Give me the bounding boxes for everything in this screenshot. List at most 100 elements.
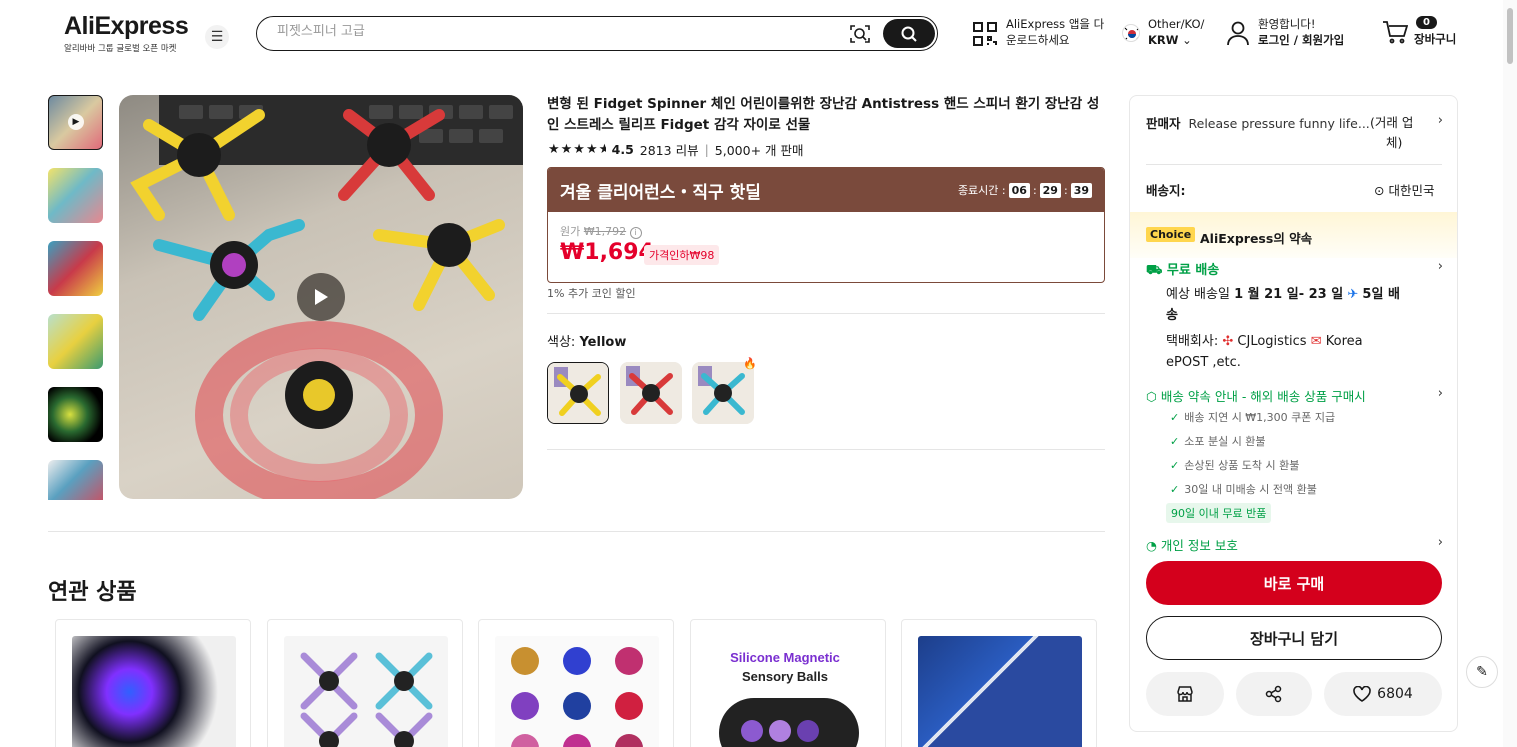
thumbnail-video[interactable]: ▶ xyxy=(48,95,103,150)
deal-header: 겨울 클리어런스・직구 핫딜 종료시간 : 06: 29: 39 xyxy=(548,168,1104,212)
product-image xyxy=(284,636,448,747)
chevron-right-icon[interactable]: › xyxy=(1438,113,1443,128)
download-app-link[interactable]: AliExpress 앱을 다 운로드하세요 xyxy=(1006,16,1104,48)
color-value: Yellow xyxy=(579,335,627,350)
cj-logo-icon: ✣ xyxy=(1222,334,1234,349)
login-signup-link[interactable]: 로그인 / 회원가입 xyxy=(1258,32,1344,48)
original-price-value: ₩1,792 xyxy=(583,225,627,238)
discount-badge: 가격인하₩98 xyxy=(644,245,720,265)
product-image xyxy=(495,636,659,747)
case-image xyxy=(719,698,859,747)
store-button[interactable] xyxy=(1146,672,1224,716)
est-date: 1 월 21 일- 23 일 xyxy=(1234,287,1344,302)
chevron-right-icon[interactable]: › xyxy=(1438,535,1443,550)
scrollbar-thumb[interactable] xyxy=(1507,8,1513,64)
thumbnail-image[interactable] xyxy=(48,387,103,442)
guarantee-item: ✓ 배송 지연 시 ₩1,300 쿠폰 지급 xyxy=(1170,409,1335,425)
courier-info: 택배회사: ✣ CJLogistics ✉ Korea ePOST ,etc. xyxy=(1166,331,1436,373)
info-icon[interactable]: i xyxy=(629,227,642,239)
product-image xyxy=(918,636,1082,747)
thumbnail-image[interactable] xyxy=(48,241,103,296)
product-page: AliExpress 알리바바 그룹 글로벌 오픈 마켓 ☰ AliExpres… xyxy=(0,0,1517,747)
search-icon xyxy=(901,26,917,42)
play-video-button[interactable] xyxy=(297,273,345,321)
thumbnail-image[interactable] xyxy=(48,460,103,500)
free-return-badge: 90일 이내 무료 반품 xyxy=(1166,503,1272,523)
guarantee-item: ✓ 손상된 상품 도착 시 환불 xyxy=(1170,457,1299,473)
edit-pencil-icon[interactable]: ✎ xyxy=(1466,656,1498,688)
qr-code-icon[interactable] xyxy=(972,21,998,47)
heart-icon xyxy=(1353,686,1371,702)
purchase-panel: 판매자 Release pressure funny life... (거래 업… xyxy=(1129,95,1458,732)
related-product-card[interactable] xyxy=(55,619,251,747)
share-icon xyxy=(1265,685,1282,703)
related-product-card[interactable] xyxy=(478,619,674,747)
red-spinner-image xyxy=(620,362,682,424)
rating-row[interactable]: ★★★★★ 4.5 2813 리뷰 | 5,000+ 개 판매 xyxy=(548,140,804,159)
timer-seconds: 39 xyxy=(1070,182,1092,198)
seller-name[interactable]: Release pressure funny life... xyxy=(1189,116,1370,131)
user-icon[interactable] xyxy=(1226,20,1250,46)
delivery-guarantee-row[interactable]: ⬡ 배송 약속 안내 - 해외 배송 상품 구매시 xyxy=(1146,386,1366,405)
product-image: Silicone Magnetic Sensory Balls xyxy=(707,636,871,747)
scrollbar[interactable] xyxy=(1503,0,1517,747)
chevron-right-icon[interactable]: › xyxy=(1438,259,1443,274)
privacy-text: 개인 정보 보호 xyxy=(1160,538,1238,553)
ship-destination[interactable]: ⊙ 대한민국 xyxy=(1374,180,1434,199)
app-line-2: 운로드하세요 xyxy=(1006,33,1070,47)
related-product-card[interactable]: Silicone Magnetic Sensory Balls xyxy=(690,619,886,747)
share-button[interactable] xyxy=(1236,672,1312,716)
ship-to-row[interactable]: 배송지: xyxy=(1146,180,1186,199)
seller-row[interactable]: 판매자 Release pressure funny life... (거래 업… xyxy=(1146,113,1446,150)
courier-korea: Korea xyxy=(1325,334,1363,349)
shield-icon: ⬡ xyxy=(1146,389,1157,404)
privacy-row[interactable]: ◔ 개인 정보 보호 xyxy=(1146,535,1238,554)
product-main-image[interactable] xyxy=(119,95,523,499)
deal-title: 겨울 클리어런스・직구 핫딜 xyxy=(560,182,761,203)
search-bar xyxy=(256,16,938,51)
search-button[interactable] xyxy=(883,19,935,48)
play-icon: ▶ xyxy=(68,114,84,130)
account-link[interactable]: 환영합니다! 로그인 / 회원가입 xyxy=(1258,16,1344,48)
menu-icon[interactable]: ☰ xyxy=(205,25,229,49)
product-image xyxy=(72,636,236,747)
divider xyxy=(547,313,1105,314)
truck-icon: ⛟ xyxy=(1146,263,1163,278)
buy-now-button[interactable]: 바로 구매 xyxy=(1146,561,1442,605)
divider xyxy=(1146,164,1442,165)
original-price: 원가 ₩1,792 i xyxy=(560,223,642,239)
review-count[interactable]: 2813 리뷰 xyxy=(640,140,699,159)
aliexpress-logo[interactable]: AliExpress 알리바바 그룹 글로벌 오픈 마켓 xyxy=(64,12,189,54)
cart-label[interactable]: 장바구니 xyxy=(1414,31,1456,47)
courier-label: 택배회사: xyxy=(1166,334,1219,349)
thumbnail-image[interactable] xyxy=(48,314,103,369)
add-to-cart-button[interactable]: 장바구니 담기 xyxy=(1146,616,1442,660)
seller-type: (거래 업 체) xyxy=(1370,113,1430,153)
hot-fire-icon: 🔥 xyxy=(743,357,757,370)
cart-icon[interactable] xyxy=(1382,20,1408,44)
language-currency-selector[interactable]: Other/KO/ KRW ⌄ xyxy=(1148,16,1204,48)
related-product-card[interactable] xyxy=(267,619,463,747)
product-image-caption-1: Silicone Magnetic xyxy=(730,650,840,665)
color-swatch-yellow[interactable] xyxy=(547,362,609,424)
check-icon: ✓ xyxy=(1170,411,1180,424)
seller-label: 판매자 xyxy=(1146,116,1181,131)
chevron-right-icon[interactable]: › xyxy=(1438,386,1443,401)
thumbnail-image[interactable] xyxy=(48,168,103,223)
est-suffix: 송 xyxy=(1166,308,1178,323)
image-search-icon[interactable] xyxy=(849,23,871,45)
guarantee-item: ✓ 30일 내 미배송 시 전액 환불 xyxy=(1170,481,1317,497)
color-swatch-blue[interactable] xyxy=(692,362,754,424)
sold-count: 5,000+ 개 판매 xyxy=(714,143,804,158)
search-input[interactable] xyxy=(277,24,837,39)
free-shipping-row[interactable]: ⛟ 무료 배송 xyxy=(1146,259,1219,280)
deal-box: 겨울 클리어런스・직구 핫딜 종료시간 : 06: 29: 39 원가 ₩1,7… xyxy=(547,167,1105,283)
logo-tagline: 알리바바 그룹 글로벌 오픈 마켓 xyxy=(64,44,177,54)
related-product-card[interactable] xyxy=(901,619,1097,747)
coin-discount: 1% 추가 코인 할인 xyxy=(547,287,636,300)
region-line: Other/KO/ xyxy=(1148,17,1205,31)
app-line-1: AliExpress 앱을 다 xyxy=(1006,17,1105,31)
color-swatch-red[interactable] xyxy=(620,362,682,424)
delivery-guarantee-text: 배송 약속 안내 - 해외 배송 상품 구매시 xyxy=(1160,389,1366,404)
wishlist-button[interactable]: 6804 xyxy=(1324,672,1442,716)
